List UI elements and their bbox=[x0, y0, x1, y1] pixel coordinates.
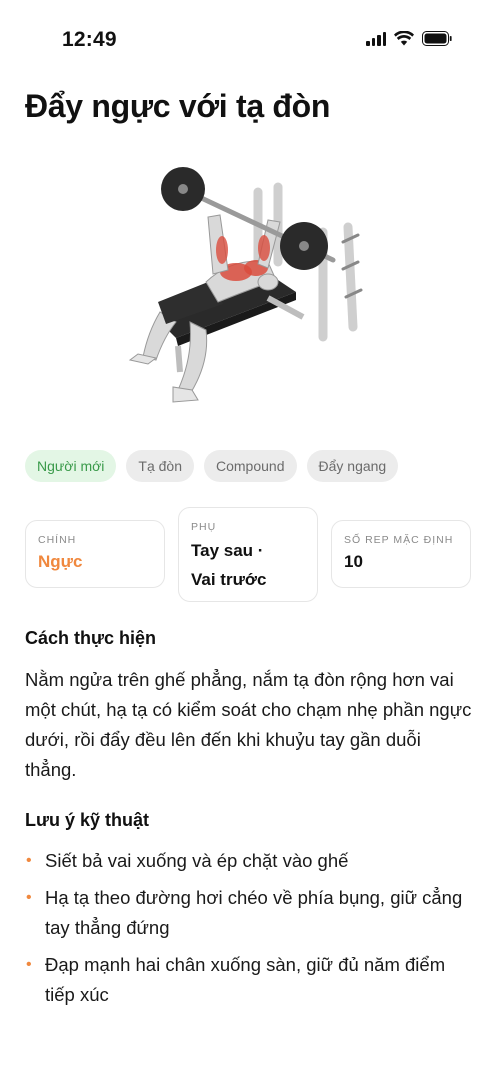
primary-muscle-card: CHÍNH Ngực bbox=[25, 520, 165, 588]
status-time: 12:49 bbox=[62, 28, 117, 51]
page-title: Đẩy ngực với tạ đòn bbox=[25, 88, 331, 124]
instructions-text: Nằm ngửa trên ghế phẳng, nắm tạ đòn rộng… bbox=[25, 669, 472, 780]
technique-tips-list: • Siết bả vai xuống và ép chặt vào ghế • H… bbox=[25, 846, 475, 1017]
signal-icon bbox=[366, 31, 386, 46]
tag-level: Người mới bbox=[25, 450, 117, 482]
list-item: • Hạ tạ theo đường hơi chéo về phía bụng,… bbox=[25, 883, 475, 943]
tag-equipment: Tạ đòn bbox=[126, 450, 194, 482]
default-reps-label: SỐ REP MẶC ĐỊNH bbox=[344, 534, 454, 546]
battery-icon bbox=[422, 31, 452, 46]
tag-movement: Đẩy ngang bbox=[306, 450, 399, 482]
secondary-muscle-value-2: Vai trước bbox=[191, 570, 267, 589]
technique-title: Lưu ý kỹ thuật bbox=[25, 810, 150, 830]
list-item: • Siết bả vai xuống và ép chặt vào ghế bbox=[25, 846, 475, 876]
default-reps-card: SỐ REP MẶC ĐỊNH 10 bbox=[331, 520, 471, 588]
list-item: • Đạp mạnh hai chân xuống sàn, giữ đủ năm… bbox=[25, 950, 475, 1010]
status-icons bbox=[366, 31, 452, 46]
secondary-muscle-card: PHỤ Tay sau · Vai trước bbox=[178, 507, 318, 602]
secondary-muscle-label: PHỤ bbox=[191, 521, 217, 533]
instructions-title: Cách thực hiện bbox=[25, 628, 157, 648]
bullet-icon: • bbox=[26, 956, 32, 973]
tag-list: Người mới Tạ đòn Compound Đẩy ngang bbox=[25, 450, 399, 482]
wifi-icon bbox=[394, 31, 414, 46]
default-reps-value: 10 bbox=[344, 552, 363, 571]
secondary-muscle-value-1: Tay sau · bbox=[191, 541, 264, 560]
primary-muscle-value: Ngực bbox=[38, 552, 83, 571]
tip-text: Siết bả vai xuống và ép chặt vào ghế bbox=[45, 850, 349, 871]
status-bar: 12:49 bbox=[0, 0, 496, 80]
tag-type: Compound bbox=[204, 450, 297, 482]
tip-text: Đạp mạnh hai chân xuống sàn, giữ đủ năm … bbox=[45, 954, 446, 1005]
tip-text: Hạ tạ theo đường hơi chéo về phía bụng, … bbox=[45, 887, 463, 938]
bench-press-illustration bbox=[128, 167, 363, 403]
bullet-icon: • bbox=[26, 889, 32, 906]
bullet-icon: • bbox=[26, 852, 32, 869]
primary-muscle-label: CHÍNH bbox=[38, 534, 77, 546]
